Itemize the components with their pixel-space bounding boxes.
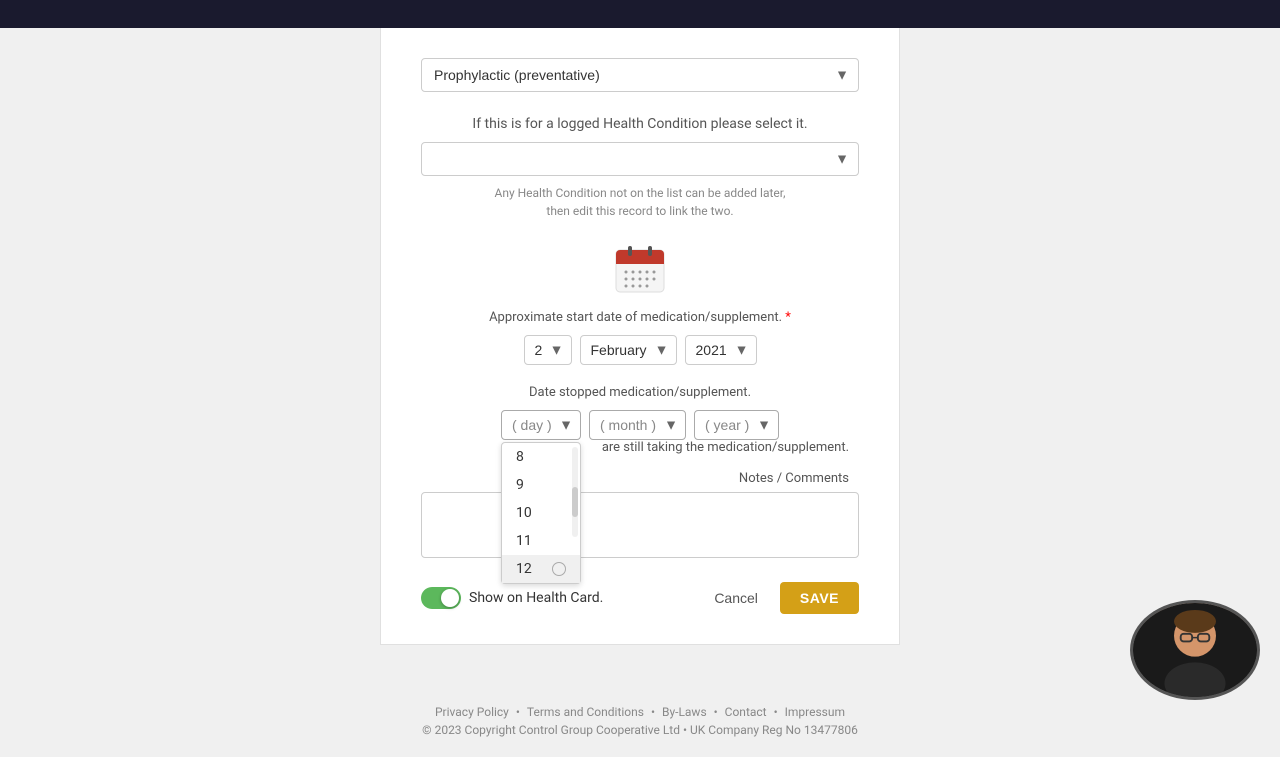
footer-copyright: © 2023 Copyright Control Group Cooperati… (0, 723, 1280, 737)
start-month-select[interactable]: February (580, 335, 677, 365)
toggle-row: Show on Health Card. (421, 587, 603, 609)
start-month-wrap: February ▼ (580, 335, 677, 365)
start-day-wrap: 2 ▼ (524, 335, 572, 365)
scrollbar-thumb[interactable] (572, 487, 578, 517)
notes-textarea[interactable] (421, 492, 859, 558)
stopped-day-wrap: ( day ) ▼ 8 9 10 11 12 (501, 410, 581, 440)
notes-section: Notes / Comments (421, 471, 859, 562)
health-card-toggle[interactable] (421, 587, 461, 609)
medication-type-select[interactable]: Prophylactic (preventative) Treatment Su… (421, 58, 859, 92)
footer-impressum-link[interactable]: Impressum (785, 705, 845, 719)
start-date-row: 2 ▼ February ▼ 2021 ▼ (421, 335, 859, 365)
form-card: Prophylactic (preventative) Treatment Su… (380, 28, 900, 645)
site-footer: Privacy Policy • Terms and Conditions • … (0, 685, 1280, 757)
start-date-label: Approximate start date of medication/sup… (421, 310, 859, 325)
stopped-year-wrap: ( year ) ▼ (694, 410, 779, 440)
calendar-icon-wrap (421, 240, 859, 300)
still-taking-row: are still taking the medication/suppleme… (421, 440, 859, 455)
day-option-12[interactable]: 12 (502, 555, 580, 583)
day-option-11[interactable]: 11 (502, 527, 580, 555)
page-wrapper: Prophylactic (preventative) Treatment Su… (0, 28, 1280, 685)
scrollbar-track[interactable] (572, 447, 578, 537)
day-option-8[interactable]: 8 (502, 443, 580, 471)
footer-bylaws-link[interactable]: By-Laws (662, 705, 707, 719)
footer-contact-link[interactable]: Contact (725, 705, 767, 719)
still-taking-text: are still taking the medication/suppleme… (602, 440, 849, 455)
stopped-month-wrap: ( month ) ▼ (589, 410, 686, 440)
footer-row: Show on Health Card. Cancel SAVE (421, 582, 859, 614)
stopped-day-select[interactable]: ( day ) (501, 410, 581, 440)
cancel-button[interactable]: Cancel (702, 582, 770, 614)
day-option-10[interactable]: 10 (502, 499, 580, 527)
stopped-year-select[interactable]: ( year ) (694, 410, 779, 440)
start-year-wrap: 2021 ▼ (685, 335, 757, 365)
health-condition-wrap: ▼ (421, 142, 859, 176)
footer-privacy-link[interactable]: Privacy Policy (435, 705, 509, 719)
footer-links: Privacy Policy • Terms and Conditions • … (0, 705, 1280, 719)
health-condition-select[interactable] (421, 142, 859, 176)
health-condition-label: If this is for a logged Health Condition… (421, 116, 859, 132)
hover-circle (552, 562, 566, 576)
calendar-icon (612, 240, 668, 296)
required-star: * (785, 310, 791, 325)
day-dropdown-open: 8 9 10 11 12 (501, 442, 581, 584)
save-button[interactable]: SAVE (780, 582, 859, 614)
start-day-select[interactable]: 2 (524, 335, 572, 365)
health-condition-section: If this is for a logged Health Condition… (421, 116, 859, 220)
medication-type-section: Prophylactic (preventative) Treatment Su… (421, 58, 859, 92)
notes-label: Notes / Comments (421, 471, 859, 486)
medication-type-wrap: Prophylactic (preventative) Treatment Su… (421, 58, 859, 92)
start-year-select[interactable]: 2021 (685, 335, 757, 365)
stopped-date-row: ( day ) ▼ 8 9 10 11 12 (421, 410, 859, 440)
health-note: Any Health Condition not on the list can… (421, 184, 859, 220)
top-bar (0, 0, 1280, 28)
stopped-month-select[interactable]: ( month ) (589, 410, 686, 440)
day-option-9[interactable]: 9 (502, 471, 580, 499)
footer-terms-link[interactable]: Terms and Conditions (527, 705, 644, 719)
webcam-overlay (1130, 600, 1260, 700)
webcam-face (1133, 603, 1257, 697)
stopped-date-label: Date stopped medication/supplement. (421, 385, 859, 400)
toggle-label: Show on Health Card. (469, 590, 603, 606)
toggle-thumb (441, 589, 459, 607)
footer-buttons: Cancel SAVE (702, 582, 859, 614)
